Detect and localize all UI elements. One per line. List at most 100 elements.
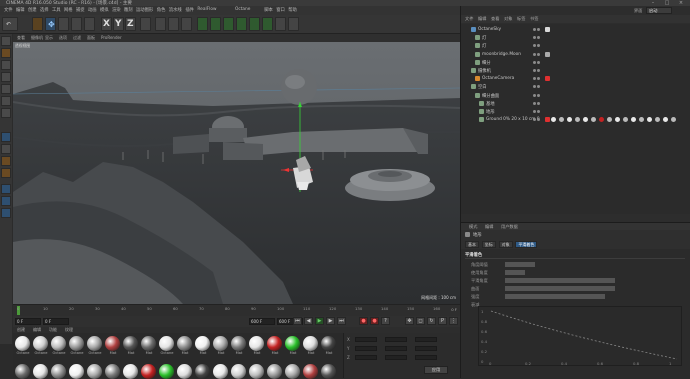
tag-icon[interactable] [545, 51, 550, 57]
coordinate-value-field[interactable] [385, 337, 407, 342]
material-preview-ball-row2[interactable] [15, 364, 30, 379]
render-dot[interactable] [537, 85, 540, 89]
material-preview-ball-row2[interactable] [87, 364, 102, 379]
material-preview-ball-row2[interactable] [249, 364, 264, 379]
render-dot[interactable] [537, 44, 540, 48]
material-preview-ball-row2[interactable] [51, 364, 66, 379]
coordinate-value-field[interactable] [415, 355, 437, 360]
material-tag-icon[interactable] [615, 117, 620, 123]
material-swatch[interactable]: Octane [69, 336, 85, 355]
object-row[interactable]: OctaneCamera [461, 75, 690, 83]
attribute-subtab[interactable]: 平滑着色 [515, 241, 538, 248]
render-dot[interactable] [537, 77, 540, 81]
object-row[interactable]: 细分曲面 [461, 92, 690, 100]
attribute-subtab[interactable]: 基本 [465, 241, 479, 248]
attribute-value-bar[interactable] [505, 270, 525, 275]
points-mode-button[interactable] [1, 84, 11, 94]
tag-icon[interactable] [545, 117, 550, 123]
layout-value[interactable]: 启动 [646, 7, 672, 14]
material-preview-ball-row2[interactable] [105, 364, 120, 379]
material-tag-icon[interactable] [623, 117, 628, 123]
recent-tool-button[interactable] [84, 17, 95, 31]
coordinate-value-field[interactable] [385, 346, 407, 351]
viewport-menu-item[interactable]: 过滤 [73, 35, 81, 41]
texture-mode-button[interactable] [1, 60, 11, 70]
coordinate-value-field[interactable] [355, 337, 377, 342]
material-tag-icon[interactable] [567, 117, 572, 123]
visibility-dot[interactable] [533, 77, 536, 81]
menu-item[interactable]: 插件 [185, 7, 194, 13]
tag-icon[interactable] [545, 76, 550, 82]
material-swatch[interactable]: Mat [141, 336, 157, 355]
material-preview-ball-row2[interactable] [267, 364, 282, 379]
material-preview-ball-row2[interactable] [33, 364, 48, 379]
y-axis-lock-button[interactable]: Y [113, 17, 124, 31]
visibility-dot[interactable] [533, 28, 536, 31]
material-swatch[interactable]: Mat [213, 336, 229, 355]
array-button[interactable] [236, 17, 247, 31]
play-button[interactable]: ▶ [315, 317, 324, 325]
render-dot[interactable] [537, 101, 540, 105]
material-tag-icon[interactable] [655, 117, 660, 123]
cube-button[interactable] [197, 17, 208, 31]
render-picture-viewer-button[interactable] [168, 17, 179, 31]
material-tag-icon[interactable] [607, 117, 612, 123]
z-axis-lock-button[interactable]: Z [125, 17, 136, 31]
material-swatch[interactable]: Mat [105, 336, 121, 355]
material-preview-ball-row2[interactable] [177, 364, 192, 379]
material-swatch[interactable]: Octane [87, 336, 103, 355]
lock-workplane-button[interactable] [1, 208, 11, 218]
coordinate-value-field[interactable] [355, 355, 377, 360]
viewport-menu-item[interactable]: 显示 [45, 35, 53, 41]
menu-item[interactable]: 模拟 [100, 7, 109, 13]
auto-key-button[interactable]: ● [370, 317, 379, 325]
keyframe-selection-button[interactable]: ? [381, 317, 390, 325]
viewport-menu-item[interactable]: 面板 [87, 35, 95, 41]
object-manager-menu-item[interactable]: 查看 [491, 16, 499, 22]
material-tag-icon[interactable] [575, 117, 580, 123]
material-preview-ball-row2[interactable] [195, 364, 210, 379]
material-tag-icon[interactable] [583, 117, 588, 123]
visibility-dot[interactable] [533, 101, 536, 105]
rotation-key-button[interactable]: ↻ [427, 317, 436, 325]
rotate-tool-button[interactable] [71, 17, 82, 31]
visibility-dot[interactable] [533, 52, 536, 56]
render-dot[interactable] [537, 93, 540, 97]
perspective-viewport[interactable]: 透视视图 网格间距 : 100 cm [13, 42, 460, 304]
material-swatch[interactable]: Mat [321, 336, 337, 355]
visibility-dot[interactable] [533, 60, 536, 64]
coordinate-system-button[interactable] [140, 17, 151, 31]
attribute-value-bar[interactable] [505, 278, 615, 283]
object-row[interactable]: 灯 [461, 34, 690, 42]
scale-tool-button[interactable] [58, 17, 69, 31]
visibility-dot[interactable] [533, 85, 536, 89]
visibility-dot[interactable] [533, 36, 536, 40]
menu-item[interactable]: 捕捉 [76, 7, 85, 13]
menu-item[interactable]: 雕刻 [124, 7, 133, 13]
tag-icon[interactable] [545, 27, 550, 32]
object-row[interactable]: OctaneSky [461, 26, 690, 34]
prev-key-button[interactable]: ◀ [304, 317, 313, 325]
material-swatch[interactable]: Octane [51, 336, 67, 355]
falloff-curve-editor[interactable]: 1 0.8 0.6 0.4 0.2 0 0 0.2 0.4 0.6 0.8 1 [478, 306, 682, 366]
next-key-button[interactable]: ▶ [326, 317, 335, 325]
move-tool-button[interactable]: ✥ [45, 17, 56, 31]
material-preview-ball-row2[interactable] [213, 364, 228, 379]
material-swatch[interactable]: Mat [267, 336, 283, 355]
object-row[interactable]: moonbridge.Moon [461, 51, 690, 59]
object-row[interactable]: 基地 [461, 100, 690, 108]
menu-item[interactable]: 渲染 [112, 7, 121, 13]
material-swatch[interactable]: Octane [159, 336, 175, 355]
make-editable-button[interactable] [1, 36, 11, 46]
go-to-start-button[interactable]: ⏮ [293, 317, 302, 325]
attribute-value-bar[interactable] [505, 294, 605, 299]
start-frame-field[interactable]: 0 F [15, 318, 41, 325]
material-swatch[interactable]: Mat [123, 336, 139, 355]
material-preview-ball-row2[interactable] [321, 364, 336, 379]
material-tag-icon[interactable] [639, 117, 644, 123]
attribute-value-bar[interactable] [505, 286, 615, 291]
layout-selector[interactable]: 界面 启动 [598, 6, 688, 15]
viewport-menu-item[interactable]: 查看 [17, 35, 25, 41]
material-preview-ball-row2[interactable] [123, 364, 138, 379]
polygons-mode-button[interactable] [1, 108, 11, 118]
